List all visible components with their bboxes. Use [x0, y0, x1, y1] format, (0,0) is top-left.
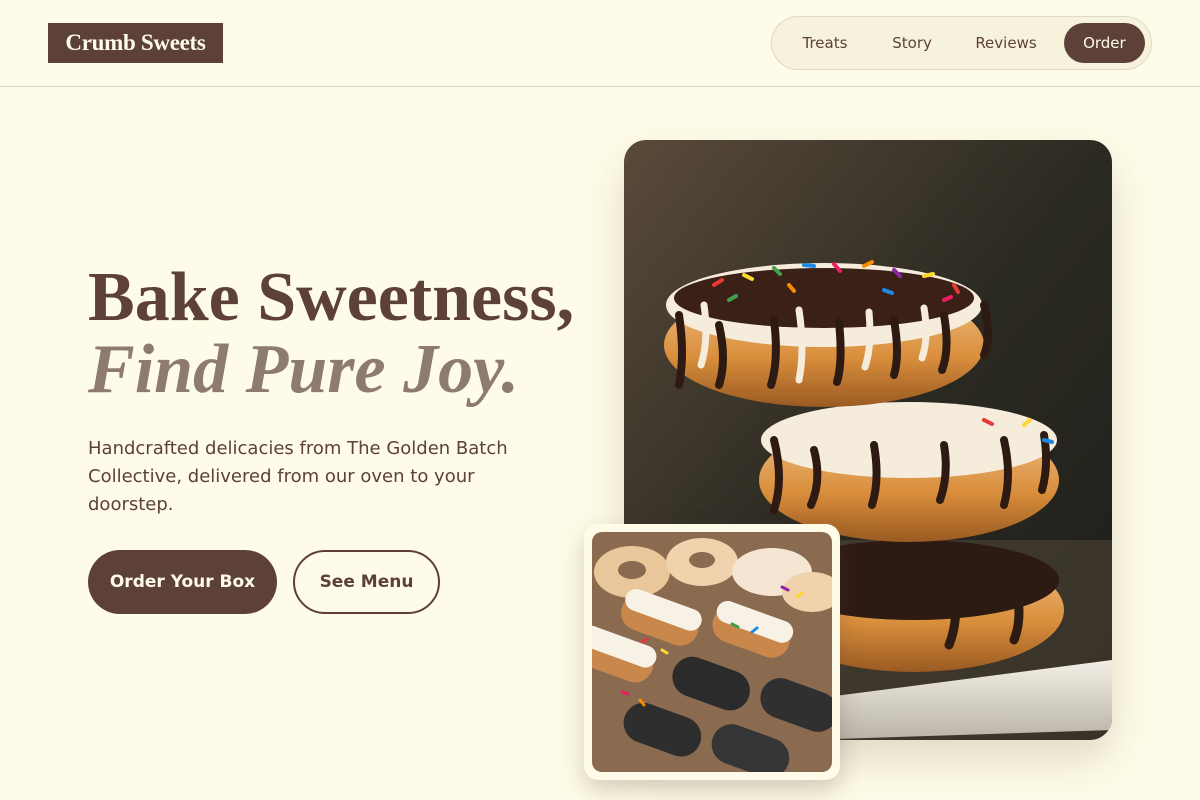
main-nav: Treats Story Reviews Order	[771, 16, 1152, 70]
headline-line-2: Find Pure Joy.	[88, 331, 520, 408]
nav-item-treats[interactable]: Treats	[778, 23, 872, 63]
nav-item-order[interactable]: Order	[1063, 23, 1145, 63]
brand-logo[interactable]: Crumb Sweets	[48, 23, 223, 63]
site-header: Crumb Sweets Treats Story Reviews Order	[0, 0, 1200, 87]
donut-tray-image	[592, 532, 832, 772]
hero-description: Handcrafted delicacies from The Golden B…	[88, 438, 508, 515]
nav-item-story[interactable]: Story	[872, 23, 952, 63]
hero-headline: Bake Sweetness, Find Pure Joy.	[88, 262, 608, 406]
order-box-button[interactable]: Order Your Box	[88, 550, 277, 614]
thumbnail-card	[584, 524, 840, 780]
headline-line-1: Bake Sweetness,	[88, 259, 575, 336]
nav-item-reviews[interactable]: Reviews	[952, 23, 1060, 63]
see-menu-button[interactable]: See Menu	[293, 550, 440, 614]
